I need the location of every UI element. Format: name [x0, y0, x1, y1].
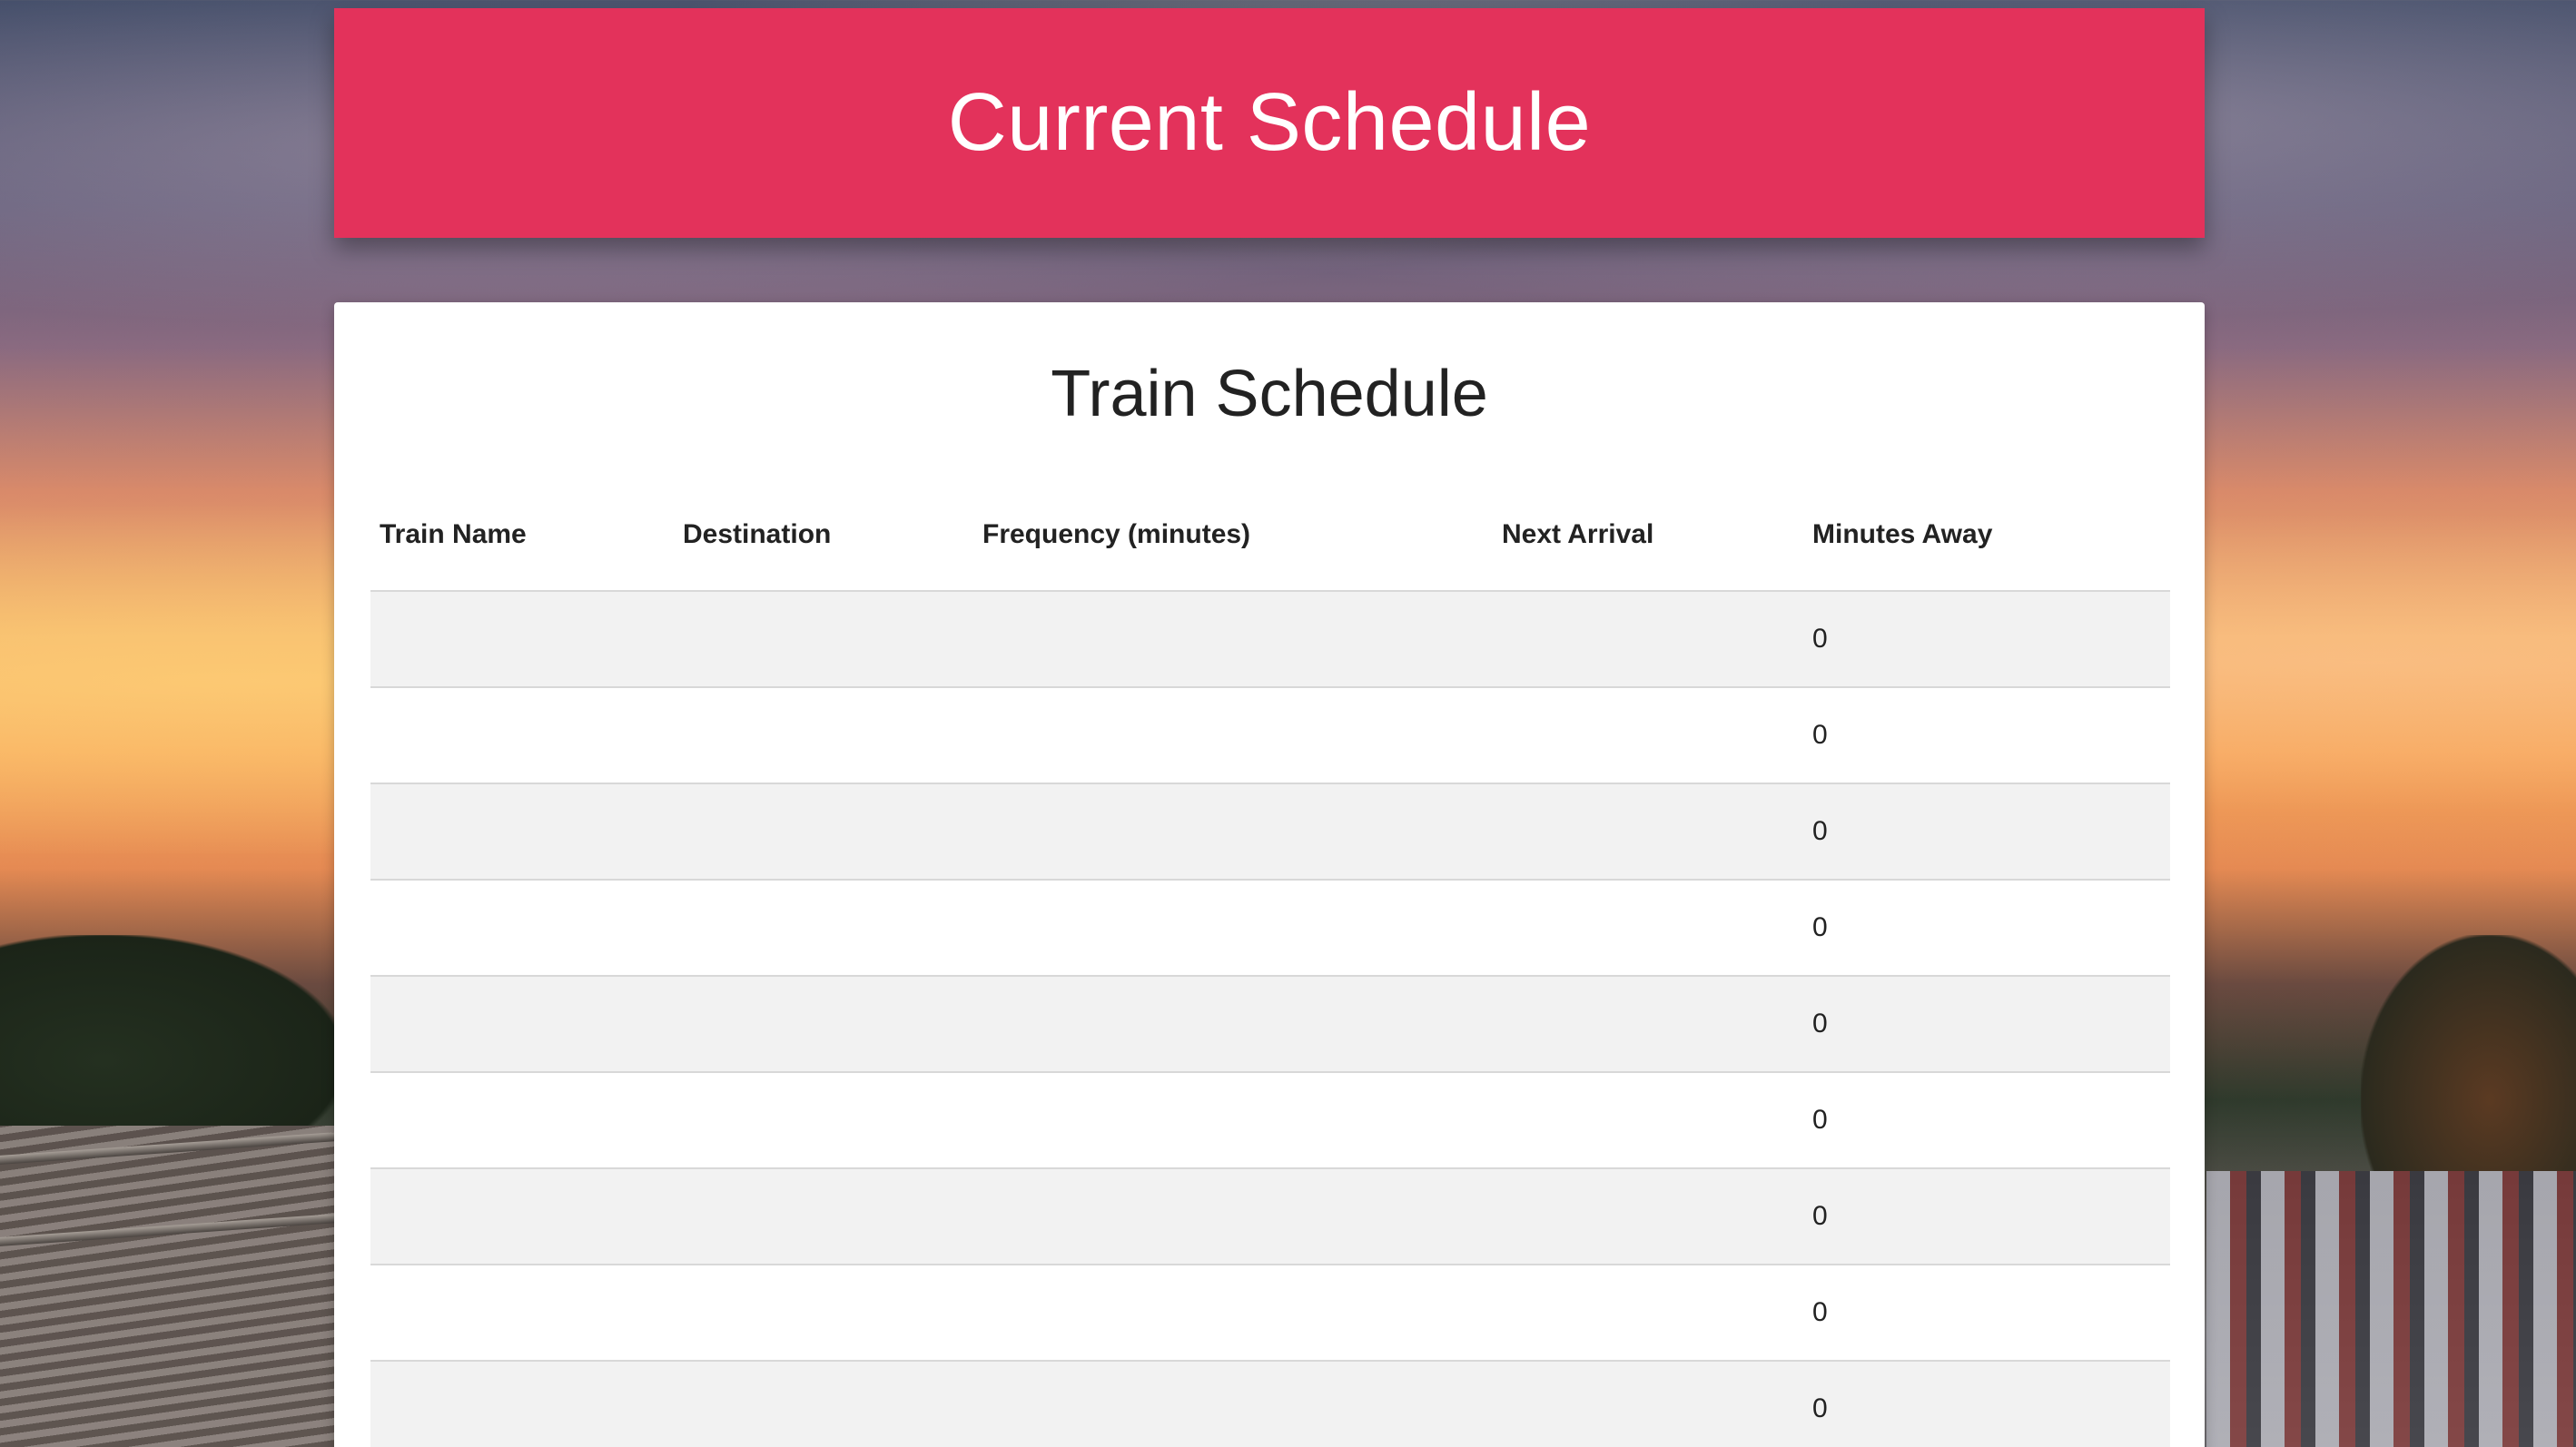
- cell-destination: [674, 880, 973, 977]
- table-row: 0: [370, 1168, 2170, 1265]
- cell-next-arrival: [1493, 1072, 1803, 1169]
- cell-frequency: [973, 1168, 1493, 1265]
- cell-next-arrival: [1493, 976, 1803, 1073]
- cell-train-name: [370, 1265, 674, 1362]
- cell-train-name: [370, 1361, 674, 1447]
- cell-destination: [674, 687, 973, 784]
- cell-destination: [674, 976, 973, 1073]
- column-header-destination: Destination: [674, 479, 973, 592]
- table-header-row: Train Name Destination Frequency (minute…: [370, 479, 2170, 592]
- cell-next-arrival: [1493, 783, 1803, 881]
- cell-next-arrival: [1493, 591, 1803, 688]
- cell-frequency: [973, 1361, 1493, 1447]
- rail: [0, 1214, 336, 1246]
- background-trees-left: [0, 935, 345, 1144]
- cell-train-name: [370, 976, 674, 1073]
- cell-minutes-away: 0: [1803, 1361, 2170, 1447]
- table-row: 0: [370, 1072, 2170, 1169]
- cell-destination: [674, 1265, 973, 1362]
- cell-destination: [674, 591, 973, 688]
- cell-minutes-away: 0: [1803, 880, 2170, 977]
- table-row: 0: [370, 591, 2170, 688]
- column-header-train-name: Train Name: [370, 479, 674, 592]
- table-row: 0: [370, 976, 2170, 1073]
- cell-destination: [674, 1072, 973, 1169]
- cell-next-arrival: [1493, 1265, 1803, 1362]
- cell-next-arrival: [1493, 687, 1803, 784]
- cell-next-arrival: [1493, 1361, 1803, 1447]
- rail: [0, 1132, 336, 1165]
- schedule-title: Train Schedule: [1051, 358, 1488, 430]
- cell-train-name: [370, 1072, 674, 1169]
- background-railroad-tracks: [0, 1126, 336, 1447]
- background-parking-lot: [2206, 1171, 2576, 1447]
- cell-frequency: [973, 783, 1493, 881]
- cell-frequency: [973, 976, 1493, 1073]
- cell-destination: [674, 783, 973, 881]
- cell-minutes-away: 0: [1803, 783, 2170, 881]
- cell-frequency: [973, 1072, 1493, 1169]
- schedule-table: Train Name Destination Frequency (minute…: [370, 479, 2170, 1447]
- page-header: Current Schedule: [334, 8, 2205, 238]
- cell-minutes-away: 0: [1803, 591, 2170, 688]
- cell-frequency: [973, 880, 1493, 977]
- table-row: 0: [370, 1265, 2170, 1362]
- cell-train-name: [370, 783, 674, 881]
- cell-destination: [674, 1168, 973, 1265]
- table-row: 0: [370, 783, 2170, 881]
- column-header-frequency: Frequency (minutes): [973, 479, 1493, 592]
- column-header-minutes-away: Minutes Away: [1803, 479, 2170, 592]
- page-title: Current Schedule: [947, 77, 1592, 168]
- cell-train-name: [370, 1168, 674, 1265]
- table-row: 0: [370, 687, 2170, 784]
- cell-next-arrival: [1493, 880, 1803, 977]
- cell-destination: [674, 1361, 973, 1447]
- table-row: 0: [370, 1361, 2170, 1447]
- cell-minutes-away: 0: [1803, 1168, 2170, 1265]
- cell-minutes-away: 0: [1803, 1265, 2170, 1362]
- cell-train-name: [370, 687, 674, 784]
- cell-frequency: [973, 687, 1493, 784]
- cell-train-name: [370, 591, 674, 688]
- cell-train-name: [370, 880, 674, 977]
- cell-minutes-away: 0: [1803, 976, 2170, 1073]
- schedule-table-body: 000000000: [370, 591, 2170, 1447]
- cell-frequency: [973, 1265, 1493, 1362]
- table-row: 0: [370, 880, 2170, 977]
- cell-next-arrival: [1493, 1168, 1803, 1265]
- cell-minutes-away: 0: [1803, 1072, 2170, 1169]
- schedule-card: Train Schedule Train Name Destination Fr…: [334, 302, 2205, 1447]
- cell-frequency: [973, 591, 1493, 688]
- column-header-next-arrival: Next Arrival: [1493, 479, 1803, 592]
- cell-minutes-away: 0: [1803, 687, 2170, 784]
